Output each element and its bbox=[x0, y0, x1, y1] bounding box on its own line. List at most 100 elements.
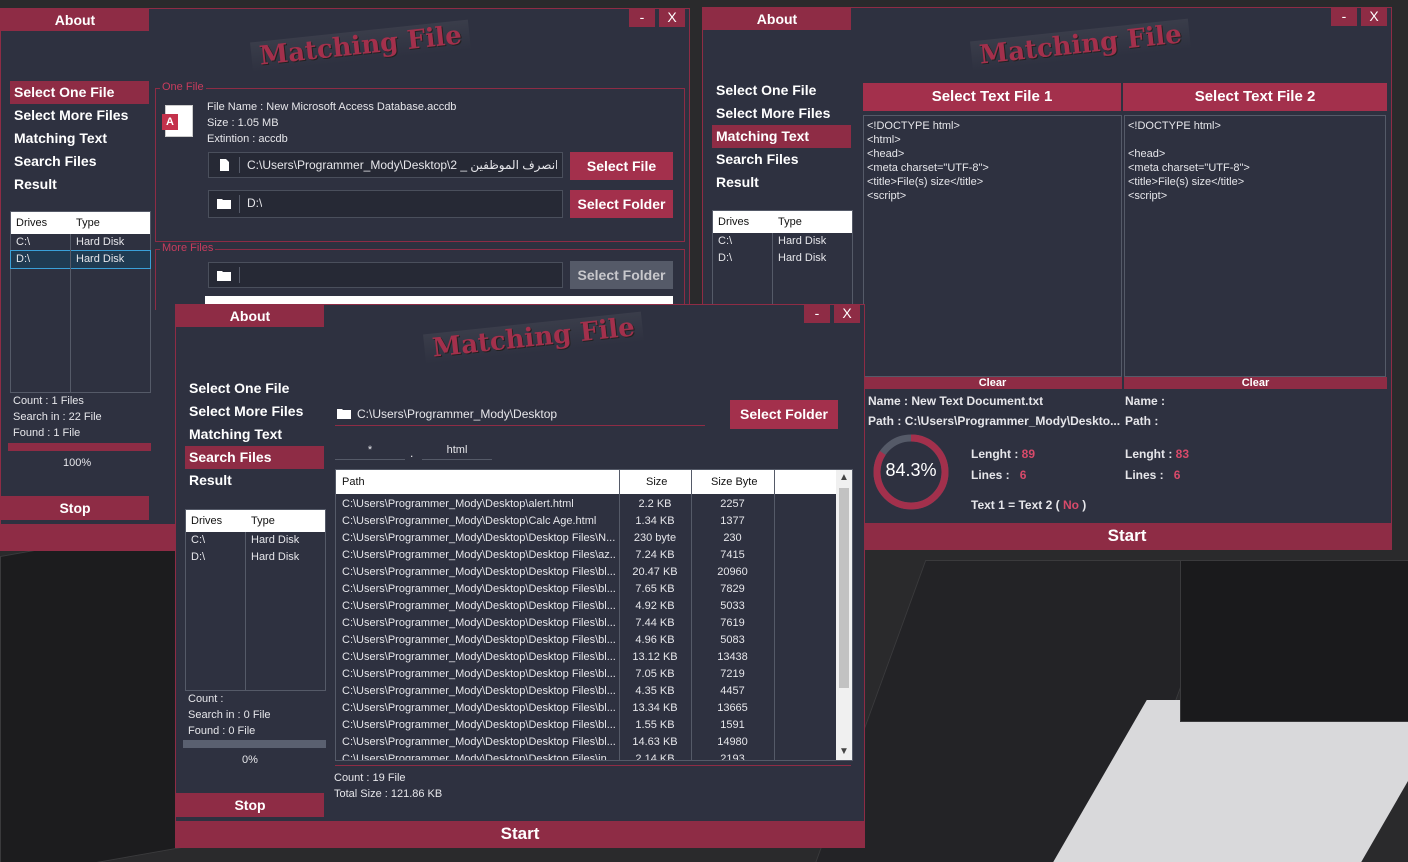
nav-matching-text[interactable]: Matching Text bbox=[10, 127, 149, 150]
clear-2-button[interactable]: Clear bbox=[1124, 377, 1387, 389]
nav-select-one-file[interactable]: Select One File bbox=[185, 377, 324, 400]
row-size-byte: 7415 bbox=[720, 549, 745, 561]
nav-search-files[interactable]: Search Files bbox=[185, 446, 324, 469]
table-row[interactable]: C:\Users\Programmer_Mody\Desktop\Desktop… bbox=[336, 717, 836, 734]
row-size-byte: 230 bbox=[723, 532, 742, 544]
nav-result[interactable]: Result bbox=[712, 171, 851, 194]
text-file-2-content[interactable]: <!DOCTYPE html> <head> <meta charset="UT… bbox=[1124, 115, 1386, 377]
more-select-folder-button[interactable]: Select Folder bbox=[570, 261, 673, 289]
row-size-byte: 2257 bbox=[720, 498, 745, 510]
row-size-byte: 5033 bbox=[720, 600, 745, 612]
about-button[interactable]: About bbox=[176, 305, 324, 327]
found-text: Found : 1 File bbox=[13, 427, 81, 439]
table-row[interactable]: C:\Users\Programmer_Mody\Desktop\alert.h… bbox=[336, 496, 836, 513]
table-row[interactable]: C:\Users\Programmer_Mody\Desktop\Desktop… bbox=[336, 666, 836, 683]
file-extension-text: Extintion : accdb bbox=[207, 133, 288, 145]
table-row[interactable]: C:\Users\Programmer_Mody\Desktop\Desktop… bbox=[336, 547, 836, 564]
table-row[interactable]: C:\Users\Programmer_Mody\Desktop\Desktop… bbox=[336, 700, 836, 717]
table-row[interactable]: C:\Users\Programmer_Mody\Desktop\Desktop… bbox=[336, 530, 836, 547]
table-row[interactable]: C:\Users\Programmer_Mody\Desktop\Calc Ag… bbox=[336, 513, 836, 530]
nav-select-more-files[interactable]: Select More Files bbox=[712, 102, 851, 125]
folder-icon bbox=[217, 271, 231, 281]
select-text-file-2-button[interactable]: Select Text File 2 bbox=[1123, 83, 1387, 111]
drives-header: Drives bbox=[16, 217, 48, 229]
table-row[interactable]: C:\Users\Programmer_Mody\Desktop\Desktop… bbox=[336, 615, 836, 632]
text-file-1-content[interactable]: <!DOCTYPE html> <html> <head> <meta char… bbox=[863, 115, 1122, 377]
select-folder-button[interactable]: Select Folder bbox=[570, 190, 673, 218]
extension-input[interactable]: html bbox=[422, 444, 492, 460]
select-folder-button[interactable]: Select Folder bbox=[730, 400, 838, 429]
nav-select-one-file[interactable]: Select One File bbox=[10, 81, 149, 104]
row-path: C:\Users\Programmer_Mody\Desktop\Desktop… bbox=[342, 634, 616, 646]
nav-select-one-file[interactable]: Select One File bbox=[712, 79, 851, 102]
file-count-text: Count : 19 File bbox=[334, 772, 406, 784]
stop-button[interactable]: Stop bbox=[1, 496, 149, 520]
row-size: 7.24 KB bbox=[635, 549, 675, 561]
drive-row[interactable]: C:\ Hard Disk bbox=[11, 234, 150, 251]
close-button[interactable]: X bbox=[1361, 8, 1387, 26]
close-button[interactable]: X bbox=[659, 9, 685, 27]
row-path: C:\Users\Programmer_Mody\Desktop\Desktop… bbox=[342, 583, 616, 595]
nav-matching-text[interactable]: Matching Text bbox=[185, 423, 324, 446]
start-button[interactable]: Start bbox=[176, 821, 864, 847]
results-scrollbar[interactable]: ▲ ▼ bbox=[836, 470, 852, 760]
nav-result[interactable]: Result bbox=[185, 469, 324, 492]
row-path: C:\Users\Programmer_Mody\Desktop\Desktop… bbox=[342, 566, 616, 578]
minimize-button[interactable]: - bbox=[804, 305, 830, 323]
select-text-file-1-button[interactable]: Select Text File 1 bbox=[863, 83, 1121, 111]
progress-bar bbox=[8, 443, 151, 451]
about-button[interactable]: About bbox=[1, 9, 149, 31]
drive-row[interactable]: C:\ Hard Disk bbox=[186, 532, 325, 549]
drive-row[interactable]: C:\ Hard Disk bbox=[713, 233, 852, 250]
path-1: Path : C:\Users\Programmer_Mody\Deskto..… bbox=[868, 414, 1121, 428]
about-button[interactable]: About bbox=[703, 8, 851, 30]
table-row[interactable]: C:\Users\Programmer_Mody\Desktop\Desktop… bbox=[336, 649, 836, 666]
stop-button[interactable]: Stop bbox=[176, 793, 324, 817]
file-size-text: Size : 1.05 MB bbox=[207, 117, 279, 129]
one-file-label: One File bbox=[160, 81, 206, 93]
table-row[interactable]: C:\Users\Programmer_Mody\Desktop\Desktop… bbox=[336, 564, 836, 581]
app-logo: Matching File bbox=[423, 311, 645, 365]
row-size: 7.05 KB bbox=[635, 668, 675, 680]
total-size-text: Total Size : 121.86 KB bbox=[334, 788, 443, 800]
row-size: 2.14 KB bbox=[635, 753, 675, 761]
nav-select-more-files[interactable]: Select More Files bbox=[10, 104, 149, 127]
file-name-text: File Name : New Microsoft Access Databas… bbox=[207, 101, 457, 113]
select-file-button[interactable]: Select File bbox=[570, 152, 673, 180]
drive-row[interactable]: D:\ Hard Disk bbox=[10, 250, 151, 269]
name-pattern-input[interactable]: * bbox=[335, 444, 405, 460]
file-path-input[interactable]: C:\Users\Programmer_Mody\Desktop\2 _ حضو… bbox=[208, 152, 563, 178]
minimize-button[interactable]: - bbox=[1331, 8, 1357, 26]
drive-row[interactable]: D:\ Hard Disk bbox=[186, 549, 325, 566]
minimize-button[interactable]: - bbox=[629, 9, 655, 27]
type-header: Type bbox=[778, 216, 802, 228]
table-row[interactable]: C:\Users\Programmer_Mody\Desktop\Desktop… bbox=[336, 598, 836, 615]
row-size-byte: 13438 bbox=[717, 651, 748, 663]
drive-row[interactable]: D:\ Hard Disk bbox=[713, 250, 852, 267]
close-button[interactable]: X bbox=[834, 305, 860, 323]
nav-search-files[interactable]: Search Files bbox=[712, 148, 851, 171]
table-row[interactable]: C:\Users\Programmer_Mody\Desktop\Desktop… bbox=[336, 751, 836, 761]
nav-matching-text[interactable]: Matching Text bbox=[712, 125, 851, 148]
folder-path-field[interactable]: C:\Users\Programmer_Mody\Desktop bbox=[335, 401, 705, 426]
folder-icon bbox=[217, 199, 231, 209]
table-row[interactable]: C:\Users\Programmer_Mody\Desktop\Desktop… bbox=[336, 632, 836, 649]
lines-1: Lines : 6 bbox=[971, 468, 1027, 482]
row-size: 230 byte bbox=[633, 532, 677, 544]
nav-select-more-files[interactable]: Select More Files bbox=[185, 400, 324, 423]
table-row[interactable]: C:\Users\Programmer_Mody\Desktop\Desktop… bbox=[336, 683, 836, 700]
clear-1-button[interactable]: Clear bbox=[863, 377, 1122, 389]
start-button[interactable]: Start bbox=[863, 523, 1391, 549]
results-table: Path Size Size Byte C:\Users\Programmer_… bbox=[335, 469, 853, 761]
table-row[interactable]: C:\Users\Programmer_Mody\Desktop\Desktop… bbox=[336, 734, 836, 751]
table-row[interactable]: C:\Users\Programmer_Mody\Desktop\Desktop… bbox=[336, 581, 836, 598]
nav-result[interactable]: Result bbox=[10, 173, 149, 196]
sidebar-nav: Select One File Select More Files Matchi… bbox=[712, 79, 851, 194]
row-size: 13.34 KB bbox=[632, 702, 678, 714]
nav-search-files[interactable]: Search Files bbox=[10, 150, 149, 173]
folder-path-input[interactable]: D:\ bbox=[208, 190, 563, 218]
drives-header: Drives bbox=[718, 216, 750, 228]
file-icon bbox=[220, 159, 229, 171]
more-folder-input[interactable] bbox=[208, 262, 563, 288]
row-path: C:\Users\Programmer_Mody\Desktop\Calc Ag… bbox=[342, 515, 597, 527]
